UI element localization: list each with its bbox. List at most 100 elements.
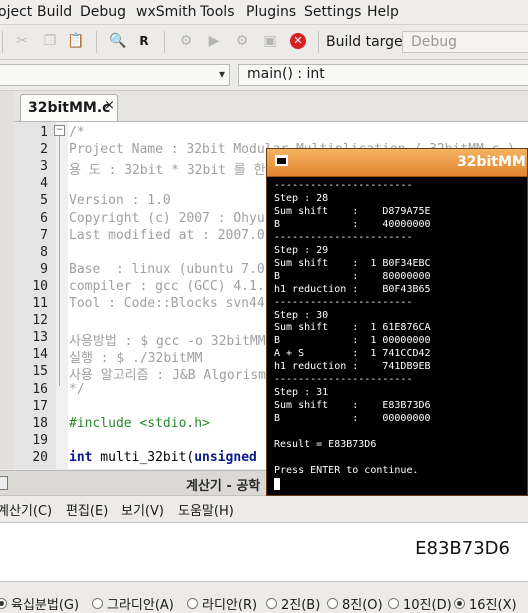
radio-octal[interactable]: 8진(O) bbox=[327, 594, 383, 613]
code-line: 사용 알고리즘 : J&B Algorism bbox=[69, 368, 266, 384]
fold-margin bbox=[56, 122, 68, 469]
menu-view[interactable]: 보기(V) bbox=[121, 500, 164, 519]
chevron-down-icon: ▾ bbox=[218, 67, 225, 81]
menu-build[interactable]: Build bbox=[37, 4, 72, 20]
code-line: 용 도 : 32bit * 32bit 를 한번에 bbox=[69, 163, 290, 179]
line-number: 18 bbox=[32, 415, 48, 431]
radio-indicator bbox=[187, 598, 198, 609]
radio-label: 그라디안(A) bbox=[107, 598, 174, 613]
menu-project[interactable]: oject bbox=[0, 4, 32, 20]
line-number: 5 bbox=[40, 193, 48, 209]
terminal-line: Result = E83B73D6 bbox=[274, 439, 377, 450]
calculator-icon bbox=[0, 476, 8, 490]
radio-label: 육십분법(G) bbox=[11, 598, 80, 613]
line-number: 19 bbox=[32, 432, 48, 448]
terminal-window-icon bbox=[275, 155, 288, 166]
scope-bar: ▾ main() : int bbox=[0, 60, 528, 91]
replace-icon[interactable]: R bbox=[134, 31, 154, 51]
close-icon[interactable]: × bbox=[104, 98, 115, 113]
code-line: Last modified at : 2007.0 bbox=[69, 227, 265, 243]
scope-select[interactable]: ▾ bbox=[0, 64, 230, 86]
menu-edit[interactable]: 편집(E) bbox=[66, 500, 108, 519]
menu-debug[interactable]: Debug bbox=[80, 4, 126, 20]
run-icon[interactable]: ▶ bbox=[204, 31, 224, 51]
code-line: Copyright (c) 2007 : Ohyu bbox=[69, 210, 265, 226]
radio-indicator bbox=[327, 598, 338, 609]
line-number: 11 bbox=[32, 296, 48, 311]
tab-label: 32bitMM.c bbox=[28, 100, 111, 116]
terminal-line: h1 reduction : B0F43B65 bbox=[274, 283, 431, 295]
terminal-line: B : 80000000 bbox=[274, 270, 431, 282]
terminal-line: B : 00000000 bbox=[274, 413, 431, 425]
rebuild-icon[interactable]: ▣ bbox=[260, 31, 280, 51]
tab-32bitmm[interactable]: 32bitMM.c × bbox=[20, 94, 118, 121]
line-number: 20 bbox=[32, 449, 48, 465]
build-target-label: Build target: bbox=[326, 34, 413, 50]
code-line: /* bbox=[69, 125, 85, 140]
code-line: Version : 1.0 bbox=[69, 193, 171, 209]
terminal-window[interactable]: 32bitMM ----------------------- Step : 28… bbox=[266, 148, 528, 496]
menu-wxsmith[interactable]: wxSmith bbox=[136, 4, 197, 20]
line-number: 9 bbox=[40, 261, 48, 277]
line-number: 3 bbox=[40, 159, 48, 175]
menu-settings[interactable]: Settings bbox=[304, 4, 361, 20]
radio-binary[interactable]: 2진(B) bbox=[266, 594, 320, 613]
line-number: 17 bbox=[32, 398, 48, 414]
line-number-gutter: 1 2 3 4 5 6 7 8 9 10 11 12 13 14 15 16 17 18 19 20 bbox=[14, 122, 56, 469]
terminal-line: Sum shift : E83B73D6 bbox=[274, 400, 431, 412]
radio-radians[interactable]: 라디안(R) bbox=[187, 594, 257, 613]
build-icon[interactable]: ⚙ bbox=[176, 31, 196, 51]
terminal-line: Step : 30 bbox=[274, 309, 329, 321]
code-line: #include <stdio.h> bbox=[69, 415, 210, 431]
terminal-line: ----------------------- bbox=[274, 231, 413, 243]
copy-icon[interactable]: ❐ bbox=[40, 31, 60, 51]
radio-indicator bbox=[388, 598, 399, 609]
terminal-output: ----------------------- Step : 28 Sum shif… bbox=[274, 179, 524, 493]
line-number: 12 bbox=[32, 313, 48, 329]
find-icon[interactable]: 🔍 bbox=[108, 31, 128, 51]
function-select[interactable]: main() : int bbox=[238, 64, 528, 86]
management-panel-edge bbox=[0, 91, 15, 469]
radio-decimal[interactable]: 10진(D) bbox=[388, 594, 452, 613]
menu-plugins[interactable]: Plugins bbox=[246, 4, 296, 20]
line-number: 8 bbox=[40, 244, 48, 260]
radio-gradians[interactable]: 그라디안(A) bbox=[92, 594, 174, 613]
calculator-title: 계산기 - 공학 bbox=[186, 479, 261, 494]
terminal-titlebar[interactable]: 32bitMM bbox=[267, 149, 527, 177]
line-number: 13 bbox=[32, 330, 48, 346]
code-line: compiler : gcc (GCC) 4.1. bbox=[69, 278, 265, 294]
radio-degrees[interactable]: 육십분법(G) bbox=[0, 594, 79, 613]
fold-collapse-icon[interactable]: − bbox=[54, 125, 65, 136]
terminal-line: A + S : 1 741CCD42 bbox=[274, 348, 431, 360]
terminal-line: B : 1 00000000 bbox=[274, 335, 431, 347]
radio-hex[interactable]: 16진(X) bbox=[454, 594, 517, 613]
terminal-line: h1 reduction : 741DB9EB bbox=[274, 361, 431, 373]
terminal-line: Press ENTER to continue. bbox=[274, 464, 419, 476]
cut-icon[interactable]: ✂ bbox=[12, 31, 32, 51]
toolbar-separator bbox=[318, 31, 319, 53]
paste-icon[interactable]: 📋 bbox=[66, 31, 86, 51]
menu-calculator[interactable]: 계산기(C) bbox=[0, 500, 52, 519]
abort-icon[interactable]: ✕ bbox=[288, 31, 308, 51]
build-target-select[interactable]: Debug bbox=[402, 31, 528, 53]
terminal-line: Step : 31 bbox=[274, 387, 329, 399]
menu-help[interactable]: 도움말(H) bbox=[178, 500, 234, 519]
radio-indicator bbox=[454, 598, 465, 609]
line-number: 10 bbox=[32, 278, 48, 294]
calculator-menu-bar: 계산기(C) 편집(E) 보기(V) 도움말(H) bbox=[0, 498, 528, 520]
radio-indicator bbox=[0, 598, 7, 609]
line-number: 16 bbox=[32, 381, 48, 397]
menu-bar: oject Build Debug wxSmith Tools Plugins … bbox=[0, 0, 528, 25]
code-text: multi_32bit( bbox=[92, 449, 195, 465]
radio-label: 8진(O) bbox=[342, 598, 383, 613]
radix-options: 육십분법(G) 그라디안(A) 라디안(R) 2진(B) 8진(O) 10진(D… bbox=[0, 594, 528, 613]
menu-help[interactable]: Help bbox=[367, 4, 399, 20]
keyword: int bbox=[69, 449, 93, 465]
terminal-line: Sum shift : 1 B0F34EBC bbox=[274, 257, 431, 269]
terminal-title: 32bitMM bbox=[457, 154, 526, 170]
terminal-line: ----------------------- bbox=[274, 180, 413, 191]
menu-tools[interactable]: Tools bbox=[200, 4, 235, 20]
toolbar-separator bbox=[164, 31, 165, 53]
build-and-run-icon[interactable]: ⚙ bbox=[232, 31, 252, 51]
radio-label: 16진(X) bbox=[469, 598, 517, 613]
